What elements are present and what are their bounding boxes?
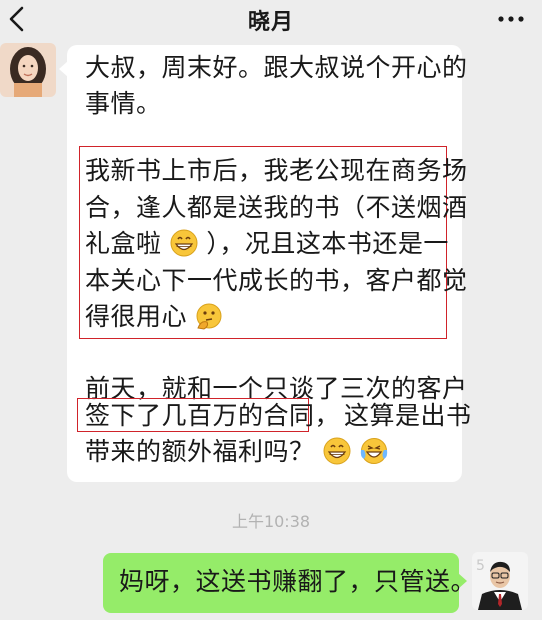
more-dots-icon <box>498 16 524 22</box>
message-fragment: ），况且这本书还是一 <box>206 229 449 258</box>
message-line: 本关心下一代成长的书，客户都觉 <box>85 266 468 295</box>
chat-title: 晓月 <box>247 10 294 35</box>
outgoing-message-bubble[interactable]: 妈呀，这送书赚翻了，只管送。 <box>103 553 476 613</box>
contact-avatar[interactable] <box>0 43 56 97</box>
message-line: 我新书上市后，我老公现在商务场 <box>85 156 468 185</box>
laughing-tears-emoji <box>361 438 388 464</box>
message-text: 妈呀，这送书赚翻了，只管送。 <box>119 567 477 596</box>
message-line: 签下了几百万的合同， 这算是出书 <box>85 401 472 431</box>
message-fragment: 得很用心 <box>85 302 188 331</box>
self-avatar[interactable]: 5 <box>472 552 528 610</box>
grin-emoji <box>170 229 198 257</box>
chat-header: 晓月 <box>0 0 542 40</box>
more-options-button[interactable] <box>496 4 526 34</box>
bubble-tail <box>59 61 68 77</box>
message-line: 得很用心 <box>85 302 223 332</box>
incoming-message-bubble[interactable]: 大叔，周末好。跟大叔说个开心的 事情。 我新书上市后，我老公现在商务场 合，逢人… <box>59 45 471 482</box>
message-line: 礼盒啦 ），况且这本书还是一 <box>85 229 449 259</box>
thinking-emoji <box>196 303 222 330</box>
message-line: 合，逢人都是送我的书（不送烟酒 <box>85 193 468 222</box>
message-fragment: 带来的额外福利吗？ <box>85 437 315 466</box>
svg-text:5: 5 <box>476 558 485 574</box>
message-line: 大叔，周末好。跟大叔说个开心的 <box>85 53 468 82</box>
message-line: 带来的额外福利吗？ <box>85 437 389 467</box>
message-fragment: 礼盒啦 <box>85 229 162 258</box>
timestamp: 上午10:38 <box>231 512 311 531</box>
grin-emoji <box>323 437 351 465</box>
message-line: 事情。 <box>85 89 162 118</box>
message-fragment: 这算是出书 <box>344 401 472 430</box>
message-fragment: 签下了几百万的合同， <box>85 401 341 430</box>
